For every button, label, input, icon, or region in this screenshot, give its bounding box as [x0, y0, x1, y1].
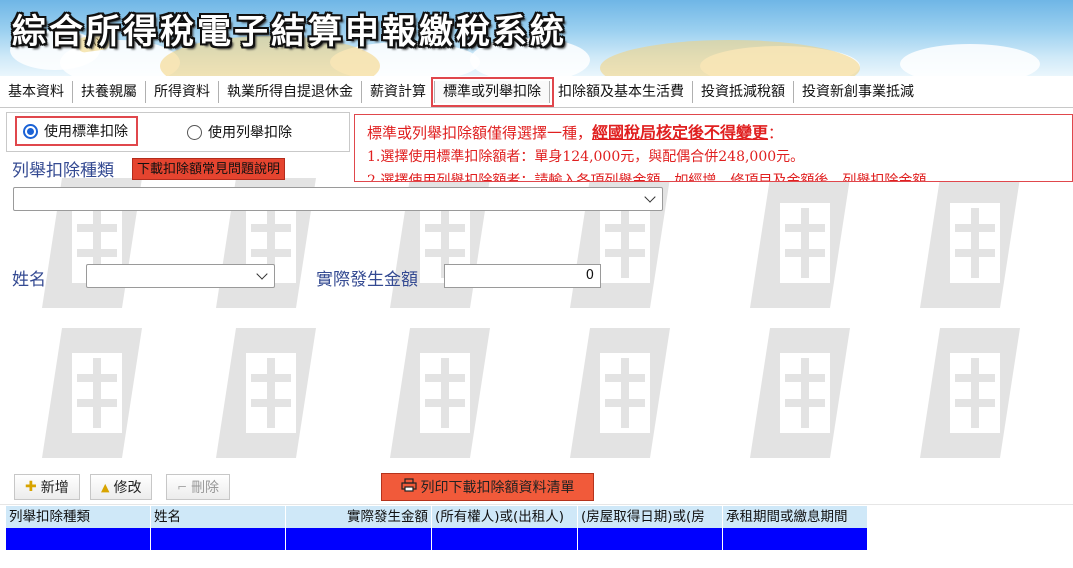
watermark-icon — [42, 328, 142, 458]
edit-triangle-icon: ▲ — [101, 480, 110, 494]
watermark-icon — [390, 328, 490, 458]
edit-button[interactable]: ▲ 修改 — [90, 474, 153, 500]
name-label: 姓名 — [12, 270, 46, 290]
tab-basic-info[interactable]: 基本資料 — [0, 80, 73, 103]
deduction-choice-panel: 使用標準扣除 使用列舉扣除 — [6, 112, 350, 152]
name-select[interactable] — [86, 264, 275, 288]
delete-button[interactable]: ⌐ 刪除 — [166, 474, 231, 500]
plus-icon: ✚ — [25, 479, 37, 495]
grid-col-name[interactable]: 姓名 — [151, 506, 286, 528]
main-nav: 基本資料 扶養親屬 所得資料 執業所得自提退休金 薪資計算 標準或列舉扣除 扣除… — [0, 76, 1073, 108]
delete-button-label: 刪除 — [191, 480, 220, 496]
amount-label: 實際發生金額 — [316, 270, 418, 290]
hill-decoration — [600, 40, 860, 76]
print-deduction-list-button[interactable]: 列印下載扣除額資料清單 — [381, 473, 594, 501]
notice-suffix: ： — [768, 124, 784, 142]
watermark-icon — [390, 178, 490, 308]
radio-standard-label: 使用標準扣除 — [44, 124, 128, 140]
watermark-icon — [750, 328, 850, 458]
category-label: 列舉扣除種類 — [12, 161, 114, 181]
table-row[interactable] — [6, 528, 868, 550]
tab-pension[interactable]: 執業所得自提退休金 — [219, 80, 362, 103]
add-button[interactable]: ✚ 新增 — [14, 474, 80, 500]
category-select[interactable] — [13, 187, 663, 211]
grid-cell[interactable] — [151, 528, 286, 550]
grid-cell[interactable] — [432, 528, 578, 550]
grid-cell[interactable] — [6, 528, 151, 550]
chevron-down-icon — [644, 191, 656, 203]
faq-download-button[interactable]: 下載扣除額常見問題說明 — [132, 158, 286, 180]
notice-line-2: 1.選擇使用標準扣除額者：單身124,000元，與配偶合併248,000元。 — [367, 149, 805, 165]
watermark-icon — [750, 178, 850, 308]
delete-icon: ⌐ — [177, 480, 188, 494]
tab-investment-credit[interactable]: 投資抵減稅額 — [693, 80, 794, 103]
cloud-decoration — [900, 44, 1040, 76]
notice-prefix: 標準或列舉扣除額僅得選擇一種， — [367, 124, 593, 142]
chevron-down-icon — [256, 268, 268, 280]
grid-cell[interactable] — [286, 528, 432, 550]
notice-line-3: 2.選擇使用列舉扣除額者：請輸入各項列舉金額，如經增、修項目及金額後，列舉扣除金… — [367, 173, 927, 182]
print-icon — [400, 478, 417, 496]
tab-dependents[interactable]: 扶養親屬 — [73, 80, 146, 103]
watermark-icon — [216, 328, 316, 458]
grid-header: 列舉扣除種類 姓名 實際發生金額 (所有權人)或(出租人) (房屋取得日期)或(… — [6, 506, 868, 528]
watermark-icon — [920, 178, 1020, 308]
add-button-label: 新增 — [40, 480, 69, 496]
grid-cell[interactable] — [578, 528, 723, 550]
radio-unchecked-icon — [187, 124, 202, 140]
edit-button-label: 修改 — [113, 480, 142, 496]
grid-cell[interactable] — [723, 528, 868, 550]
notice-emphasis: 經國稅局核定後不得變更 — [592, 123, 769, 142]
watermark-icon — [216, 178, 316, 308]
grid-col-amount[interactable]: 實際發生金額 — [286, 506, 432, 528]
notice-line-1: 標準或列舉扣除額僅得選擇一種，經國稅局核定後不得變更： — [367, 121, 1072, 145]
grid-col-acquired-date[interactable]: (房屋取得日期)或(房 — [578, 506, 723, 528]
tab-startup-investment[interactable]: 投資新創事業抵減 — [794, 81, 922, 103]
amount-input[interactable]: 0 — [444, 264, 601, 288]
watermark-icon — [570, 178, 670, 308]
tab-income[interactable]: 所得資料 — [146, 80, 219, 103]
deduction-grid: 列舉扣除種類 姓名 實際發生金額 (所有權人)或(出租人) (房屋取得日期)或(… — [6, 506, 868, 550]
header-banner: TAX 綜合所得稅電子結算申報繳稅系統 — [0, 0, 1073, 76]
grid-col-lease-period[interactable]: 承租期間或繳息期間 — [723, 506, 868, 528]
deduction-notice: 標準或列舉扣除額僅得選擇一種，經國稅局核定後不得變更： 1.選擇使用標準扣除額者… — [354, 114, 1073, 182]
grid-col-category[interactable]: 列舉扣除種類 — [6, 506, 151, 528]
radio-itemized-label: 使用列舉扣除 — [208, 125, 292, 141]
radio-checked-icon — [23, 123, 38, 139]
tab-deductions-basic-living[interactable]: 扣除額及基本生活費 — [550, 80, 693, 103]
tab-salary-calc[interactable]: 薪資計算 — [362, 80, 435, 103]
radio-standard-deduction[interactable]: 使用標準扣除 — [15, 116, 138, 146]
print-button-label: 列印下載扣除額資料清單 — [420, 480, 575, 496]
watermark-icon — [920, 328, 1020, 458]
app-title: 綜合所得稅電子結算申報繳稅系統 — [12, 12, 567, 52]
grid-col-owner[interactable]: (所有權人)或(出租人) — [432, 506, 578, 528]
watermark-icon — [42, 178, 142, 308]
watermark-icon — [570, 328, 670, 458]
radio-itemized-deduction[interactable]: 使用列舉扣除 — [187, 121, 292, 143]
tab-standard-or-itemized[interactable]: 標準或列舉扣除 — [431, 76, 554, 107]
